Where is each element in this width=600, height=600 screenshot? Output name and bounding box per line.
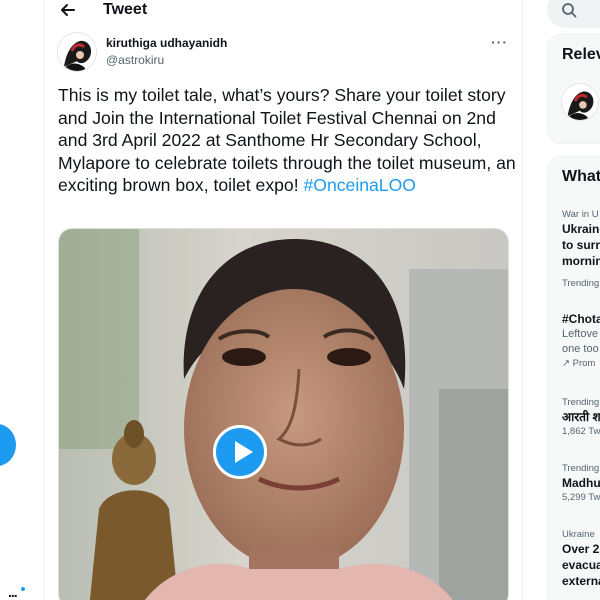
search-icon [562, 3, 577, 18]
trend-tweet-count: 5,299 Tw [562, 492, 600, 503]
promoted-icon: ↗ [562, 358, 570, 369]
trend-name: to surre [562, 238, 600, 252]
play-button[interactable] [213, 425, 267, 479]
relevant-people-title: Relev [562, 46, 600, 63]
trend-name: externa [562, 574, 600, 588]
tweet-header: Tweet [44, 0, 522, 22]
avatar[interactable] [57, 32, 97, 72]
author-display-name[interactable]: kiruthiga udhayanidh [106, 36, 227, 50]
trend-item[interactable]: War in U Ukraine to surre mornin [562, 209, 600, 269]
trend-name: आरती श [562, 410, 600, 424]
video-thumbnail [59, 229, 508, 600]
relevant-people-card: Relev [547, 34, 600, 144]
trend-name: Ukraine [562, 222, 600, 236]
trend-tweet-count: 1,862 Tw [562, 426, 600, 437]
trend-name: Over 2 [562, 542, 600, 556]
trend-category: War in U [562, 209, 599, 220]
author-handle[interactable]: @astrokiru [106, 53, 164, 67]
trend-name: #Chota [562, 312, 600, 326]
hashtag-link[interactable]: #OnceinaLOO [303, 175, 415, 195]
trend-item[interactable]: Trending Madhu 5,299 Tw [562, 463, 600, 505]
trend-name: Madhu [562, 476, 600, 490]
tweet-text: This is my toilet tale, what’s yours? Sh… [58, 84, 520, 197]
promoted-text: Prom [572, 358, 596, 369]
trend-item[interactable]: Trending आरती श 1,862 Tw [562, 397, 600, 439]
search-input[interactable] [547, 0, 600, 28]
trend-name: evacua [562, 558, 600, 572]
trend-item[interactable]: Ukraine Over 2 evacua externa [562, 529, 600, 589]
trend-category: Trending [562, 397, 600, 408]
trends-card: What War in U Ukraine to surre mornin Tr… [547, 156, 600, 600]
tweet-detail-column: Tweet kiruthiga udhayanidh @astrokiru ··… [43, 0, 523, 600]
notification-dot [21, 587, 25, 591]
trend-category: Trending [562, 278, 600, 289]
avatar-image [562, 84, 598, 120]
back-arrow-icon[interactable] [58, 0, 78, 20]
trend-item[interactable]: #Chota Leftove one too ↗ Prom [562, 311, 600, 371]
avatar-image [58, 33, 96, 71]
trend-item[interactable]: Trending [562, 278, 600, 290]
tweet-video[interactable] [58, 228, 509, 600]
trend-description: Leftove [562, 328, 599, 340]
play-icon [235, 441, 253, 463]
more-menu-button[interactable]: ... [8, 584, 18, 600]
page-title: Tweet [103, 1, 148, 18]
trend-description: one too [562, 343, 599, 355]
trends-title: What [562, 168, 600, 185]
compose-tweet-button[interactable] [0, 424, 16, 466]
tweet-body: This is my toilet tale, what’s yours? Sh… [58, 85, 516, 196]
trend-name: mornin [562, 254, 600, 268]
trend-category: Trending [562, 463, 600, 474]
more-options-icon[interactable]: ··· [491, 34, 508, 50]
trend-category: Ukraine [562, 529, 595, 540]
avatar[interactable] [561, 83, 599, 121]
promoted-label: ↗ Prom [562, 357, 600, 371]
